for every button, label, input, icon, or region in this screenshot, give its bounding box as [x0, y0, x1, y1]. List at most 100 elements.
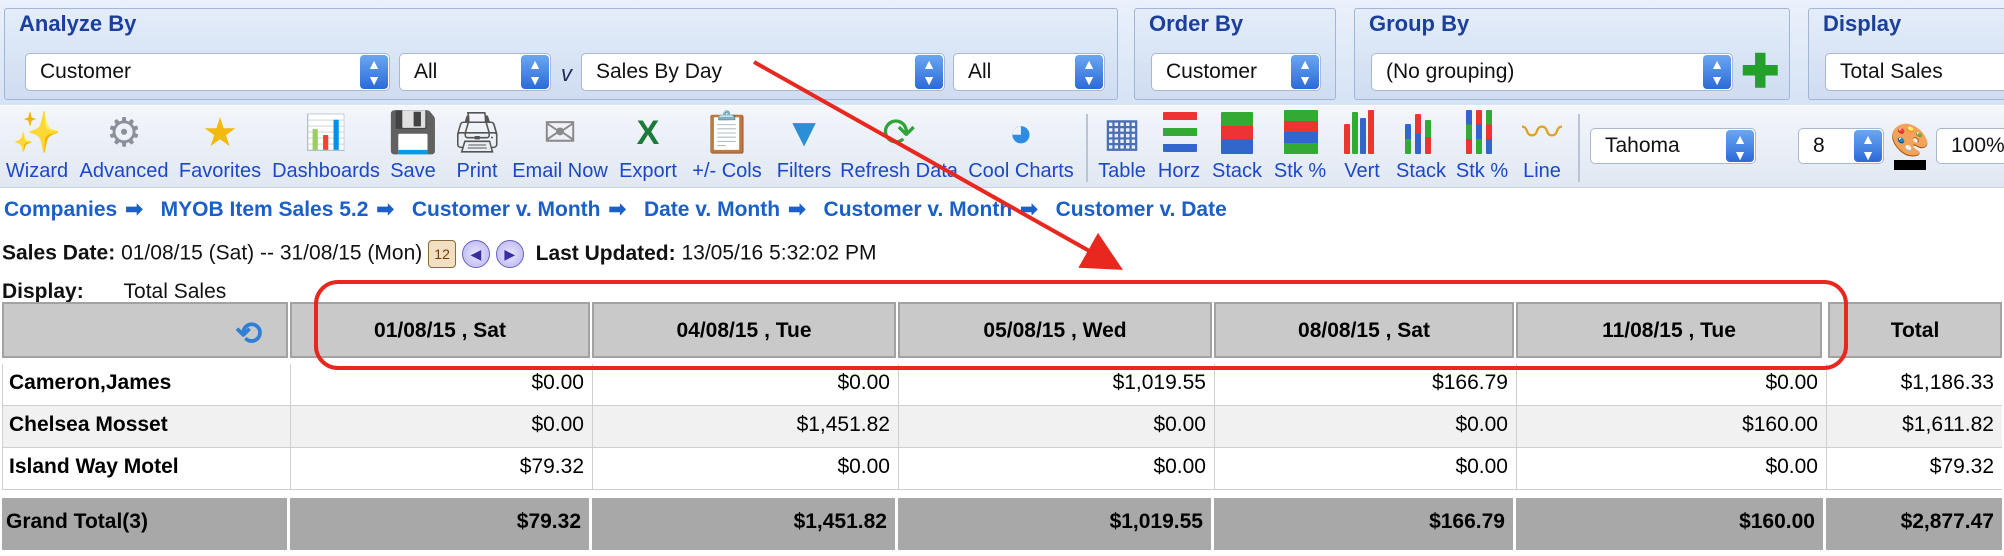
breadcrumb-item[interactable]: Date v. Month: [644, 198, 780, 221]
stack-percent-chart-button[interactable]: Stk %: [1268, 108, 1332, 186]
display-title: Display: [1823, 11, 1902, 36]
stack-percent2-chart-button[interactable]: Stk %: [1452, 108, 1512, 186]
arrow-right-icon: ➡: [1020, 198, 1038, 221]
table-cell-total: $1,611.82: [1826, 406, 2002, 448]
analyze-by-title: Analyze By: [19, 11, 137, 36]
font-size-select[interactable]: 8 ▲ ▼: [1798, 128, 1884, 164]
font-value: Tahoma: [1605, 134, 1680, 157]
grand-total-cell: $1,019.55: [898, 498, 1214, 550]
group-by-select[interactable]: (No grouping) ▲ ▼: [1371, 53, 1733, 91]
breadcrumb-item[interactable]: Customer v. Month: [824, 198, 1013, 221]
previous-period-icon[interactable]: ◀: [461, 240, 490, 268]
versus-select[interactable]: Sales By Day ▲ ▼: [581, 53, 945, 91]
select-arrows-icon: ▲ ▼: [1075, 55, 1103, 89]
advanced-button[interactable]: ⚙ Advanced: [76, 108, 172, 186]
email-now-button[interactable]: ✉ Email Now: [508, 108, 612, 186]
next-period-icon[interactable]: ▶: [495, 240, 524, 268]
horz-label: Horz: [1157, 160, 1201, 182]
refresh-icon: ⟳: [882, 111, 916, 155]
save-button[interactable]: 💾 Save: [386, 108, 440, 186]
sales-date-value: 01/08/15 (Sat) -- 31/08/15 (Mon): [121, 241, 423, 265]
column-header[interactable]: 08/08/15 , Sat: [1214, 302, 1514, 358]
horz-chart-button[interactable]: Horz: [1152, 108, 1206, 186]
column-header[interactable]: 04/08/15 , Tue: [592, 302, 896, 358]
printer-icon: 🖨: [452, 111, 503, 155]
stack2-label: Stack: [1395, 160, 1447, 182]
dashboards-label: Dashboards: [272, 160, 380, 182]
select-arrows-icon: ▲ ▼: [1854, 130, 1882, 163]
table-cell-total: $79.32: [1826, 448, 2002, 490]
stack2-chart-button[interactable]: Stack: [1392, 108, 1450, 186]
print-label: Print: [456, 160, 498, 182]
breadcrumb-item[interactable]: Companies: [4, 198, 117, 221]
analyze-by-select[interactable]: Customer ▲ ▼: [25, 53, 390, 91]
column-header[interactable]: 11/08/15 , Tue: [1516, 302, 1822, 358]
breadcrumb-item[interactable]: MYOB Item Sales 5.2: [161, 198, 369, 221]
table-cell: $0.00: [290, 364, 592, 406]
analyze-by-filter-select[interactable]: All ▲ ▼: [399, 53, 551, 91]
cool-charts-label: Cool Charts: [968, 160, 1074, 182]
table-cell: $0.00: [1516, 448, 1826, 490]
row-name: Island Way Motel: [2, 448, 290, 490]
cool-charts-button[interactable]: ◕ Cool Charts: [962, 108, 1080, 186]
display-select[interactable]: Total Sales: [1825, 53, 2004, 91]
dashboards-button[interactable]: 📊 Dashboards: [268, 108, 384, 186]
table-view-button[interactable]: ▦ Table: [1094, 108, 1150, 186]
last-updated-label: Last Updated:: [535, 241, 676, 265]
select-arrows-icon: ▲ ▼: [1703, 55, 1731, 89]
table-cell: $0.00: [592, 448, 898, 490]
add-group-icon[interactable]: ✚: [1741, 48, 1780, 94]
funnel-icon: ▼: [784, 111, 824, 155]
table-row: Cameron,James $0.00 $0.00 $1,019.55 $166…: [2, 364, 2002, 406]
select-arrows-icon: ▲ ▼: [915, 55, 943, 89]
refresh-icon[interactable]: ⟲: [235, 314, 262, 352]
breadcrumb: Companies ➡ MYOB Item Sales 5.2 ➡ Customer…: [4, 197, 1227, 222]
column-header[interactable]: 05/08/15 , Wed: [898, 302, 1212, 358]
table-cell: $1,019.55: [898, 364, 1214, 406]
breadcrumb-item[interactable]: Customer v. Date: [1056, 198, 1227, 221]
font-size-value: 8: [1813, 134, 1825, 157]
versus-filter-select[interactable]: All ▲ ▼: [953, 53, 1105, 91]
advanced-label: Advanced: [79, 160, 169, 182]
grand-total-row: Grand Total(3) $79.32 $1,451.82 $1,019.5…: [2, 498, 2002, 550]
column-header-total[interactable]: Total: [1828, 302, 2002, 358]
clipboard-check-icon: 📋: [702, 111, 752, 155]
favorites-button[interactable]: ★ Favorites: [176, 108, 264, 186]
wizard-button[interactable]: ✨ Wizard: [2, 108, 72, 186]
star-icon: ★: [202, 111, 238, 155]
grand-total-cell: $79.32: [290, 498, 592, 550]
order-by-select[interactable]: Customer ▲ ▼: [1151, 53, 1321, 91]
zoom-select[interactable]: 100%: [1936, 128, 2004, 164]
favorites-label: Favorites: [178, 160, 262, 182]
line-chart-button[interactable]: 〰 Line: [1514, 108, 1570, 186]
filters-button[interactable]: ▼ Filters: [774, 108, 834, 186]
line-label: Line: [1523, 160, 1561, 182]
column-header[interactable]: 01/08/15 , Sat: [290, 302, 590, 358]
vertical-stacked-chart-icon: [1392, 108, 1450, 158]
cool-charts-icon: ◕: [1008, 111, 1034, 155]
refresh-data-button[interactable]: ⟳ Refresh Data: [838, 108, 960, 186]
stacked-percent-bar-chart-icon: [1268, 108, 1332, 158]
filter-bar: Analyze By Customer ▲ ▼ All ▲ ▼ v Sales By…: [0, 0, 2004, 105]
refresh-table-header: ⟲: [2, 302, 288, 358]
color-palette-button[interactable]: 🎨: [1890, 120, 1930, 176]
arrow-right-icon: ➡: [788, 198, 806, 221]
font-select[interactable]: Tahoma ▲ ▼: [1590, 128, 1756, 164]
stack-chart-button[interactable]: Stack: [1208, 108, 1266, 186]
cols-button[interactable]: 📋 +/- Cols: [686, 108, 768, 186]
table-cell-total: $1,186.33: [1826, 364, 2002, 406]
email-now-label: Email Now: [512, 160, 608, 182]
print-button[interactable]: 🖨 Print: [452, 108, 503, 186]
vert-chart-button[interactable]: Vert: [1334, 108, 1390, 186]
arrow-right-icon: ➡: [376, 198, 395, 221]
table-cell: $166.79: [1214, 364, 1516, 406]
table-cell: $0.00: [1214, 406, 1516, 448]
calendar-icon[interactable]: 12: [428, 240, 457, 268]
export-button[interactable]: X Export: [616, 108, 680, 186]
versus-value: Sales By Day: [596, 60, 723, 83]
stack-label: Stack: [1211, 160, 1263, 182]
breadcrumb-item[interactable]: Customer v. Month: [412, 198, 601, 221]
analyze-by-group: Analyze By Customer ▲ ▼ All ▲ ▼ v Sales By…: [4, 8, 1118, 100]
display-value: Total Sales: [1840, 60, 1943, 83]
stk-pct2-label: Stk %: [1455, 160, 1509, 182]
